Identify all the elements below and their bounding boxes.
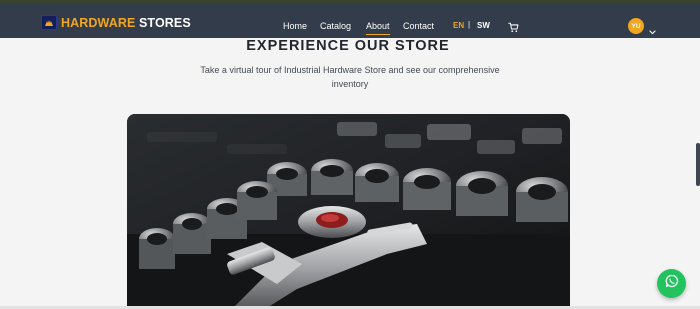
chat-icon bbox=[665, 274, 679, 293]
cart-icon[interactable] bbox=[508, 20, 519, 38]
store-tour-image[interactable] bbox=[127, 114, 570, 309]
user-avatar[interactable]: YU bbox=[628, 18, 644, 34]
brand-name-part2: STORES bbox=[139, 15, 191, 30]
scrollbar-thumb[interactable] bbox=[696, 143, 700, 186]
navbar: HARDWARE STORES Home Catalog About Conta… bbox=[0, 4, 700, 38]
lang-sw[interactable]: SW bbox=[477, 21, 490, 30]
brand-name: HARDWARE STORES bbox=[61, 16, 191, 30]
nav-contact[interactable]: Contact bbox=[403, 21, 434, 31]
section-subtitle: Take a virtual tour of Industrial Hardwa… bbox=[200, 65, 500, 89]
brand-name-part1: HARDWARE bbox=[61, 15, 136, 30]
nav-home[interactable]: Home bbox=[283, 21, 307, 31]
section-title: EXPERIENCE OUR STORE bbox=[246, 38, 450, 54]
nav-about[interactable]: About bbox=[366, 21, 390, 35]
lang-separator: | bbox=[468, 20, 471, 29]
lang-en[interactable]: EN bbox=[453, 21, 464, 30]
chat-button[interactable] bbox=[657, 269, 686, 298]
brand-logo[interactable]: HARDWARE STORES bbox=[41, 15, 191, 30]
tools-icon bbox=[41, 15, 57, 30]
nav-catalog[interactable]: Catalog bbox=[320, 21, 351, 31]
